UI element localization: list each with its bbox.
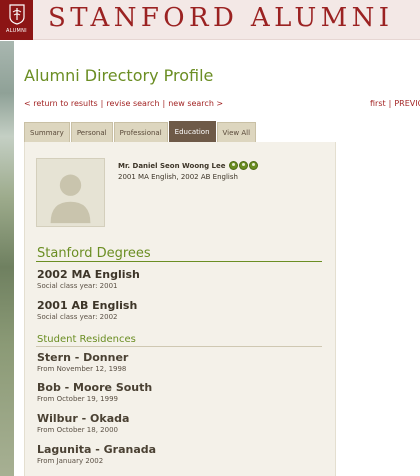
tab-view-all[interactable]: View All <box>216 122 257 142</box>
profile-photo-placeholder <box>36 158 105 227</box>
alumni-badge-icon <box>248 161 258 170</box>
person-silhouette-icon <box>50 174 91 224</box>
return-to-results-link[interactable]: < return to results <box>24 99 98 108</box>
residence-title: Wilbur - Okada <box>37 412 130 425</box>
alumni-badge-icon <box>228 161 238 170</box>
tab-professional[interactable]: Professional <box>113 122 168 142</box>
section-heading-degrees: Stanford Degrees <box>37 246 151 261</box>
section-divider <box>36 261 322 262</box>
page-title: Alumni Directory Profile <box>24 66 214 85</box>
stanford-tree-icon <box>8 4 25 25</box>
pager-navigation: first|PREVIO <box>370 99 420 108</box>
profile-degrees-summary: 2001 MA English, 2002 AB English <box>118 173 238 181</box>
nav-separator: | <box>100 99 104 108</box>
tab-personal[interactable]: Personal <box>70 122 113 142</box>
profile-tabs: Summary Personal Professional Education … <box>24 121 257 142</box>
degree-class-year: Social class year: 2001 <box>37 282 118 290</box>
residence-title: Stern - Donner <box>37 351 129 364</box>
site-header: ALUMNI STANFORD ALUMNI <box>0 0 420 40</box>
degree-title: 2002 MA English <box>37 268 140 281</box>
degree-title: 2001 AB English <box>37 299 138 312</box>
tab-summary[interactable]: Summary <box>24 122 70 142</box>
logo-label: ALUMNI <box>6 28 27 34</box>
residence-date: From January 2002 <box>37 457 104 465</box>
site-title: STANFORD ALUMNI <box>48 3 394 33</box>
alumni-badge-icon <box>238 161 248 170</box>
profile-name: Mr. Daniel Seon Woong Lee <box>118 161 226 170</box>
nav-separator: | <box>388 99 392 108</box>
residence-title: Lagunita - Granada <box>37 443 157 456</box>
section-divider <box>36 346 322 347</box>
decorative-side-image <box>0 41 14 476</box>
badge-group <box>228 161 259 170</box>
revise-search-link[interactable]: revise search <box>106 99 159 108</box>
stanford-logo[interactable]: ALUMNI <box>0 0 33 40</box>
results-navigation: < return to results | revise search | new se… <box>24 99 223 108</box>
residence-date: From October 18, 2000 <box>37 426 118 434</box>
degree-class-year: Social class year: 2002 <box>37 313 118 321</box>
residence-title: Bob - Moore South <box>37 381 153 394</box>
first-link[interactable]: first <box>370 99 386 108</box>
residence-date: From November 12, 1998 <box>37 365 127 373</box>
tab-education[interactable]: Education <box>168 121 216 142</box>
profile-name-line: Mr. Daniel Seon Woong Lee <box>118 161 259 170</box>
residence-date: From October 19, 1999 <box>37 395 118 403</box>
new-search-link[interactable]: new search > <box>168 99 223 108</box>
previous-link[interactable]: PREVIO <box>394 99 420 108</box>
nav-separator: | <box>162 99 166 108</box>
section-heading-residences: Student Residences <box>37 334 136 345</box>
